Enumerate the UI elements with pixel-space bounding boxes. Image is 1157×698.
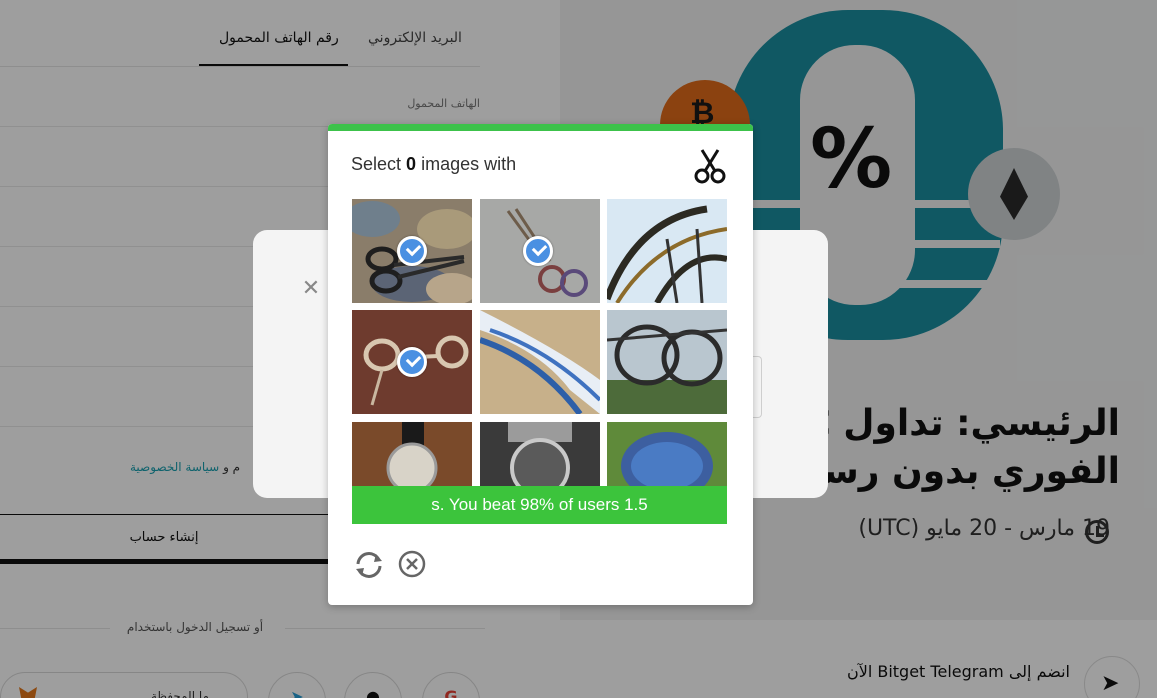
- captcha-prompt: Select 0 images with: [351, 154, 516, 175]
- scissors-icon: [694, 149, 726, 184]
- tile-blue-track: [480, 310, 600, 414]
- captcha-tile[interactable]: [480, 422, 600, 486]
- tile-turtle: [607, 422, 727, 486]
- tile-checkmark-icon: [397, 347, 427, 377]
- tile-checkmark-icon: [523, 236, 553, 266]
- captcha-tile[interactable]: [607, 422, 727, 486]
- tile-coaster-loops: [607, 310, 727, 414]
- captcha-tile[interactable]: [607, 199, 727, 303]
- captcha-tile[interactable]: [607, 310, 727, 414]
- tile-roller-coaster: [607, 199, 727, 303]
- refresh-icon[interactable]: [352, 548, 386, 582]
- close-circle-icon[interactable]: [398, 550, 426, 578]
- captcha-progress-bar: [328, 124, 753, 131]
- captcha-popup: Select 0 images with s. You beat 98% of …: [328, 124, 753, 605]
- captcha-tile[interactable]: [480, 310, 600, 414]
- tile-checkmark-icon: [397, 236, 427, 266]
- tile-chronograph: [480, 422, 600, 486]
- captcha-tile[interactable]: [352, 310, 472, 414]
- tile-wristwatch: [352, 422, 472, 486]
- captcha-result-banner: s. You beat 98% of users 1.5: [352, 486, 727, 524]
- page: البريد الإلكتروني رقم الهاتف المحمول اله…: [0, 0, 1157, 698]
- prompt-suffix: images with: [421, 154, 517, 174]
- prompt-count: 0: [406, 154, 417, 174]
- captcha-tile[interactable]: [352, 422, 472, 486]
- captcha-tile[interactable]: [480, 199, 600, 303]
- prompt-prefix: Select: [351, 154, 402, 174]
- captcha-tile[interactable]: [352, 199, 472, 303]
- dialog-close-icon[interactable]: ✕: [300, 278, 322, 300]
